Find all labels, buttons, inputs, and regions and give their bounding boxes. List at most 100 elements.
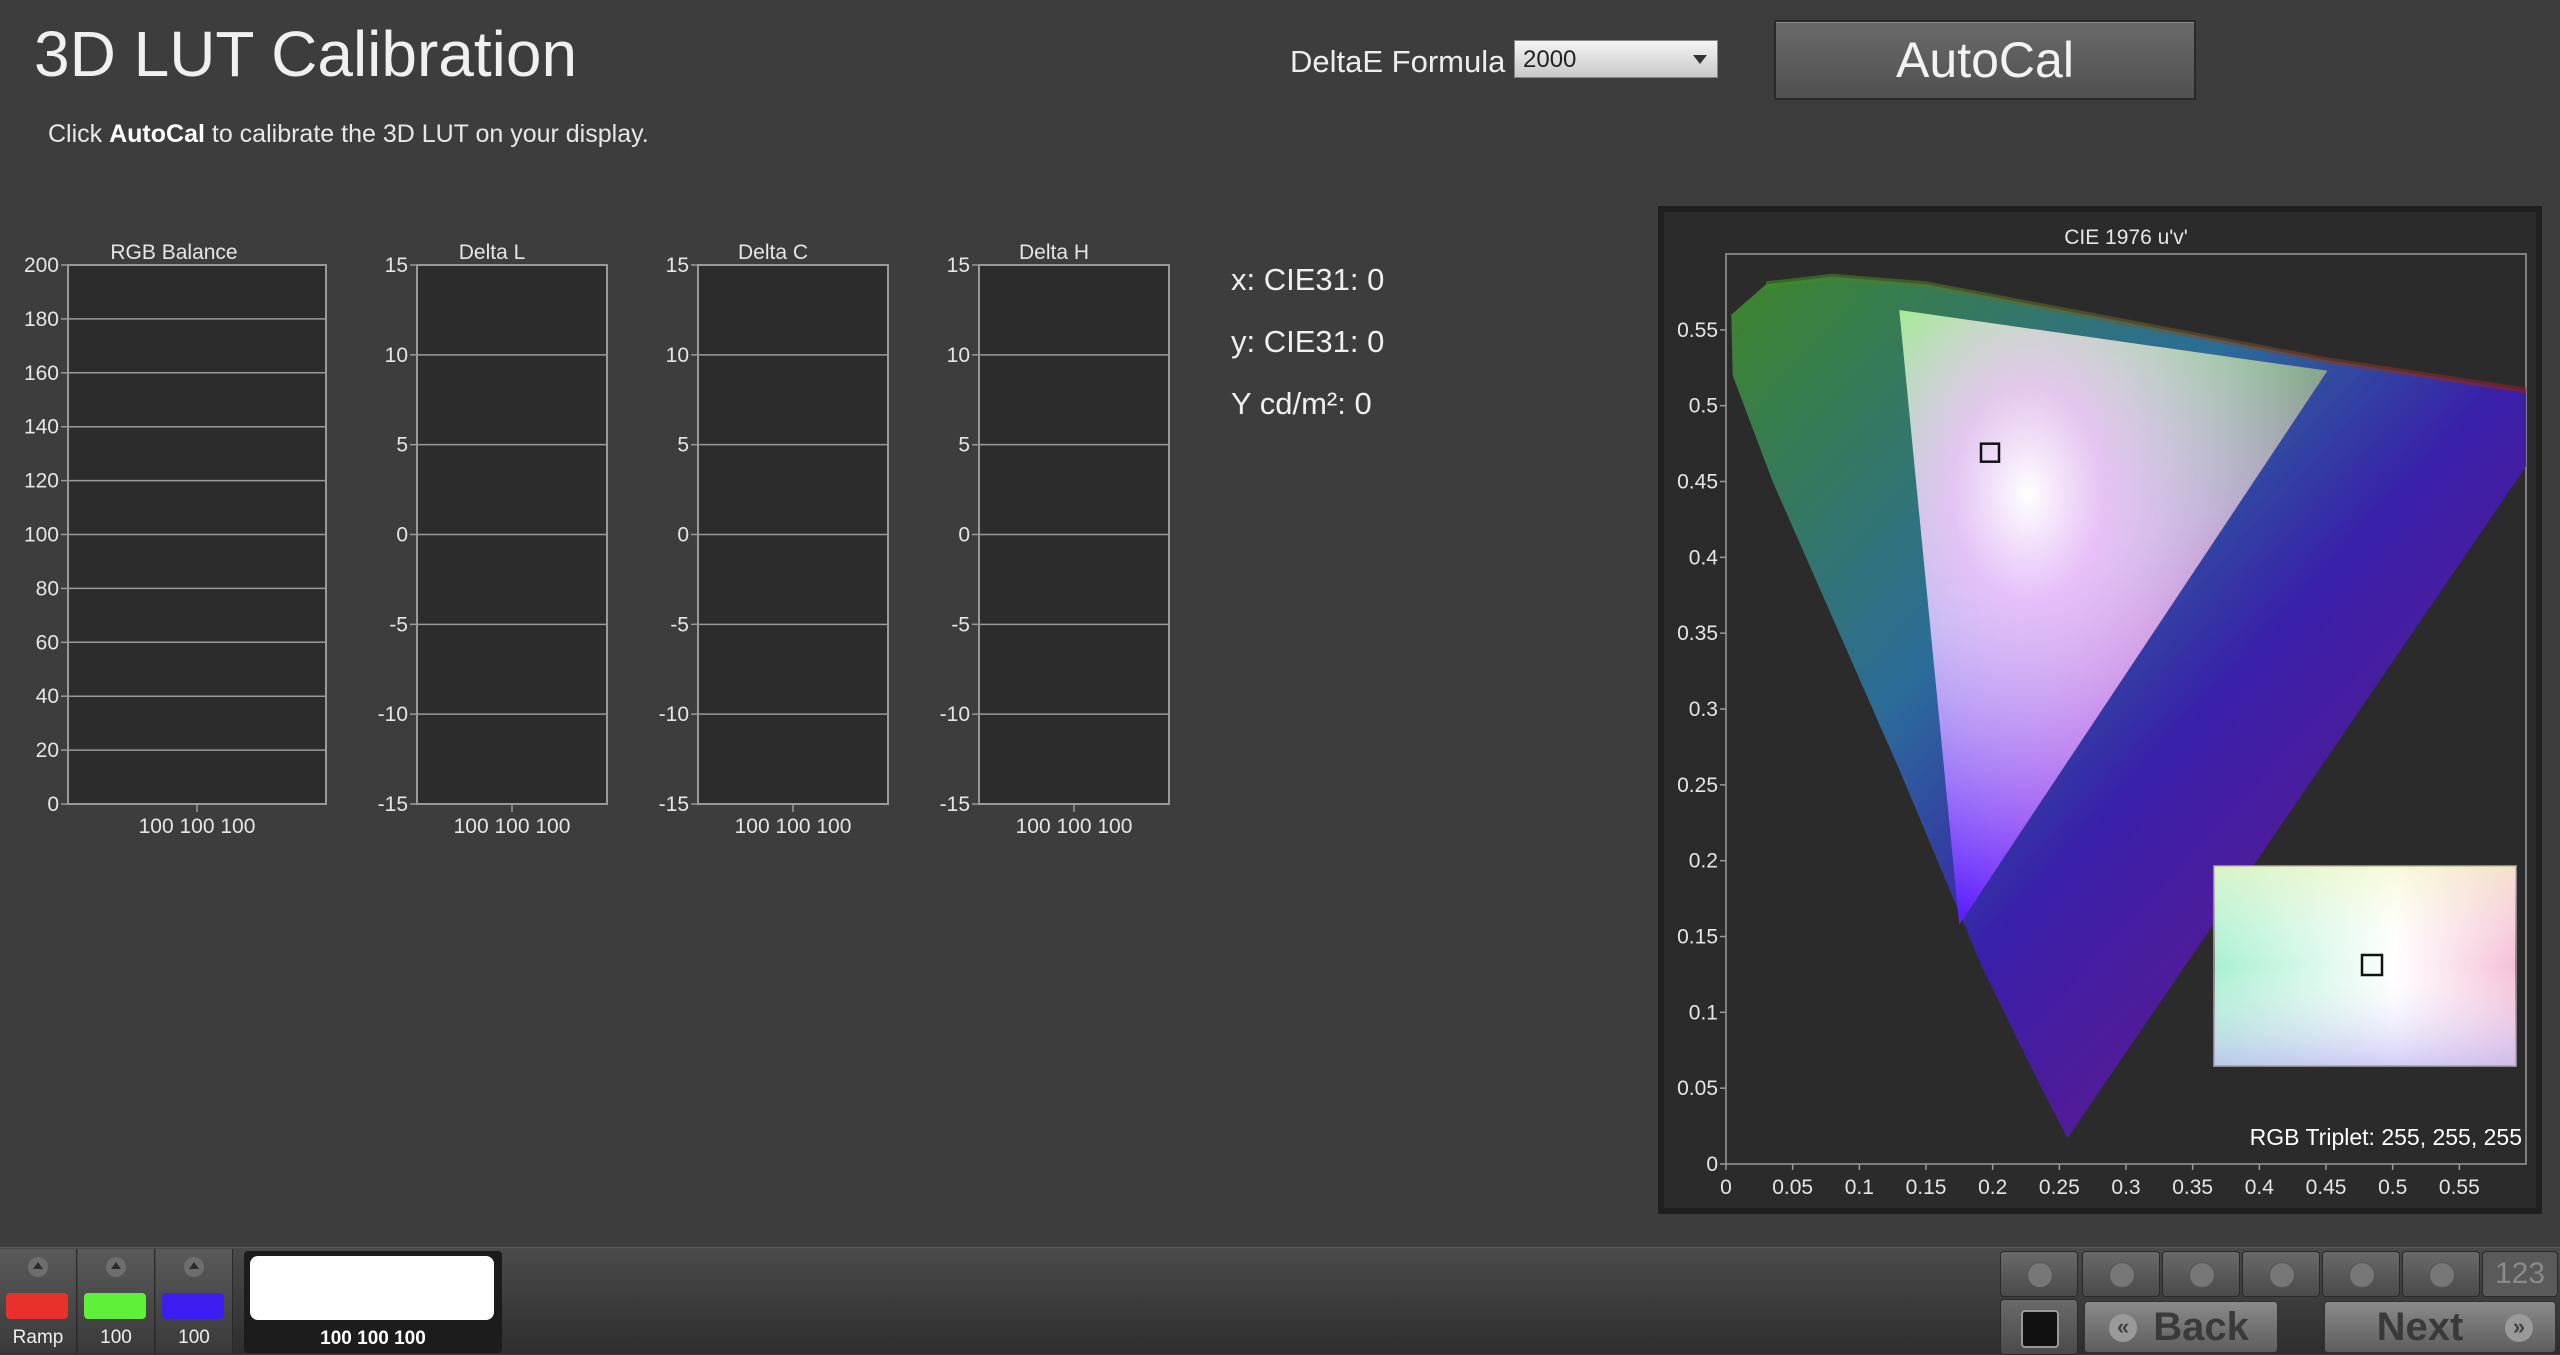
infinity-icon (2349, 1262, 2375, 1288)
readout-y: y: CIE31: 0 (1231, 324, 1385, 359)
refresh-button[interactable] (2402, 1251, 2480, 1297)
deltae-formula-label: DeltaE Formula (1290, 44, 1506, 79)
autocal-button[interactable]: AutoCal (1774, 20, 2196, 100)
swatch-green[interactable]: 100 (78, 1249, 155, 1353)
swatch-chip-red (6, 1293, 68, 1319)
stop-button[interactable] (2082, 1251, 2160, 1297)
chart-title: RGB Balance (110, 241, 237, 264)
x-tick-label: 100 100 100 (139, 815, 256, 838)
swatch-blue[interactable]: 100 (156, 1249, 233, 1353)
stop-icon (2109, 1262, 2135, 1288)
x-tick-label: 0.35 (2172, 1176, 2213, 1199)
chevron-down-icon (1693, 55, 1707, 64)
y-tick-label: -5 (951, 613, 970, 636)
zoom-inset-overlay (2214, 866, 2516, 1066)
continuous-button[interactable] (2322, 1251, 2400, 1297)
cie-chart: CIE 1976 u'v' 0 0.05 0.1 0.15 0.2 0.25 0.3 0.35 0… (1664, 212, 2536, 1208)
x-tick-label: 0.1 (1845, 1176, 1874, 1199)
readout-x: x: CIE31: 0 (1231, 262, 1385, 297)
y-tick-label: 100 (24, 524, 59, 547)
swatch-label: Ramp (12, 1327, 64, 1348)
y-tick-label: 0.05 (1677, 1077, 1718, 1100)
rgb-triplet-label: RGB Triplet: 255, 255, 255 (2250, 1124, 2522, 1150)
y-tick-label: 5 (396, 434, 408, 457)
swatch-label: 100 (178, 1327, 210, 1348)
pattern-window-button[interactable] (2000, 1299, 2078, 1355)
expand-toggle-button[interactable] (2000, 1251, 2078, 1297)
y-tick-label: 180 (24, 308, 59, 331)
x-tick-label: 0.5 (2378, 1176, 2407, 1199)
chart-4: Delta H -15 -10 -5 0 5 10 15 100 100 100 (940, 241, 1170, 838)
page-title: 3D LUT Calibration (34, 18, 578, 90)
x-tick-label: 0.45 (2306, 1176, 2347, 1199)
instruction-bold: AutoCal (109, 120, 205, 148)
y-tick-label: 10 (385, 344, 408, 367)
y-tick-label: -15 (659, 793, 689, 816)
readout-luminance: Y cd/m²: 0 (1231, 386, 1372, 421)
y-tick-label: 0 (47, 793, 59, 816)
chart-title: Delta L (459, 241, 526, 264)
y-tick-label: 0.45 (1677, 471, 1718, 494)
x-tick-label: 0 (1720, 1176, 1732, 1199)
y-tick-label: 15 (385, 254, 408, 277)
x-tick-label: 0.05 (1772, 1176, 1813, 1199)
swatch-chip-green (84, 1293, 146, 1319)
y-tick-label: 0.35 (1677, 622, 1718, 645)
y-tick-label: 0.4 (1689, 546, 1719, 569)
instruction-suffix: to calibrate the 3D LUT on your display. (204, 120, 649, 148)
next-button[interactable]: Next » (2324, 1301, 2556, 1353)
y-tick-label: 0.2 (1689, 850, 1718, 873)
y-tick-label: -10 (940, 703, 970, 726)
y-tick-label: 140 (24, 416, 59, 439)
instruction-prefix: Click (48, 120, 110, 148)
y-tick-label: 0.55 (1677, 319, 1718, 342)
y-tick-label: 0 (396, 524, 408, 547)
chevron-up-icon[interactable] (184, 1257, 204, 1277)
deltae-formula-value: 2000 (1523, 46, 1577, 73)
y-tick-label: 0.15 (1677, 926, 1718, 949)
counter-display: 123 (2482, 1251, 2558, 1297)
y-tick-label: 0 (1706, 1153, 1718, 1176)
y-tick-label: 5 (958, 434, 970, 457)
swatch-ramp[interactable]: Ramp (0, 1249, 77, 1353)
y-tick-label: 40 (36, 685, 59, 708)
read-button[interactable] (2242, 1251, 2320, 1297)
y-tick-label: 15 (666, 254, 689, 277)
x-tick-label: 100 100 100 (454, 815, 571, 838)
y-tick-label: -10 (659, 703, 689, 726)
x-tick-label: 0.3 (2111, 1176, 2140, 1199)
chart-3: Delta C -15 -10 -5 0 5 10 15 100 100 100 (659, 241, 889, 838)
y-tick-label: -5 (389, 613, 408, 636)
deltae-formula-select[interactable]: 2000 (1514, 40, 1718, 78)
y-tick-label: 0.3 (1689, 698, 1718, 721)
next-label: Next (2376, 1304, 2464, 1349)
y-tick-label: -15 (378, 793, 408, 816)
refresh-icon (2429, 1262, 2455, 1288)
chevron-up-icon (2027, 1262, 2053, 1288)
chart-title: Delta H (1019, 241, 1089, 264)
y-tick-label: 120 (24, 470, 59, 493)
play-button[interactable] (2162, 1251, 2240, 1297)
y-tick-label: 20 (36, 739, 59, 762)
y-tick-label: -15 (940, 793, 970, 816)
back-button[interactable]: « Back (2084, 1301, 2278, 1353)
x-tick-label: 0.2 (1978, 1176, 2007, 1199)
x-tick-label: 0.25 (2039, 1176, 2080, 1199)
cie-title: CIE 1976 u'v' (2064, 226, 2188, 249)
x-tick-label: 0.15 (1906, 1176, 1947, 1199)
swatch-label: 100 (100, 1327, 132, 1348)
chevron-up-icon[interactable] (28, 1257, 48, 1277)
y-tick-label: 5 (677, 434, 689, 457)
chevron-up-icon[interactable] (106, 1257, 126, 1277)
chart-title: Delta C (738, 241, 808, 264)
y-tick-label: 160 (24, 362, 59, 385)
y-tick-label: 0.1 (1689, 1001, 1718, 1024)
play-icon (2189, 1262, 2215, 1288)
chevron-left-icon: « (2109, 1314, 2137, 1342)
y-tick-label: 200 (24, 254, 59, 277)
chart-1: RGB Balance 0 20 40 60 80 100 120 140 160 180 200 10… (24, 241, 327, 838)
y-tick-label: 0.25 (1677, 774, 1718, 797)
chevron-right-icon: » (2505, 1314, 2533, 1342)
x-tick-label: 100 100 100 (735, 815, 852, 838)
patch-color (250, 1256, 494, 1320)
